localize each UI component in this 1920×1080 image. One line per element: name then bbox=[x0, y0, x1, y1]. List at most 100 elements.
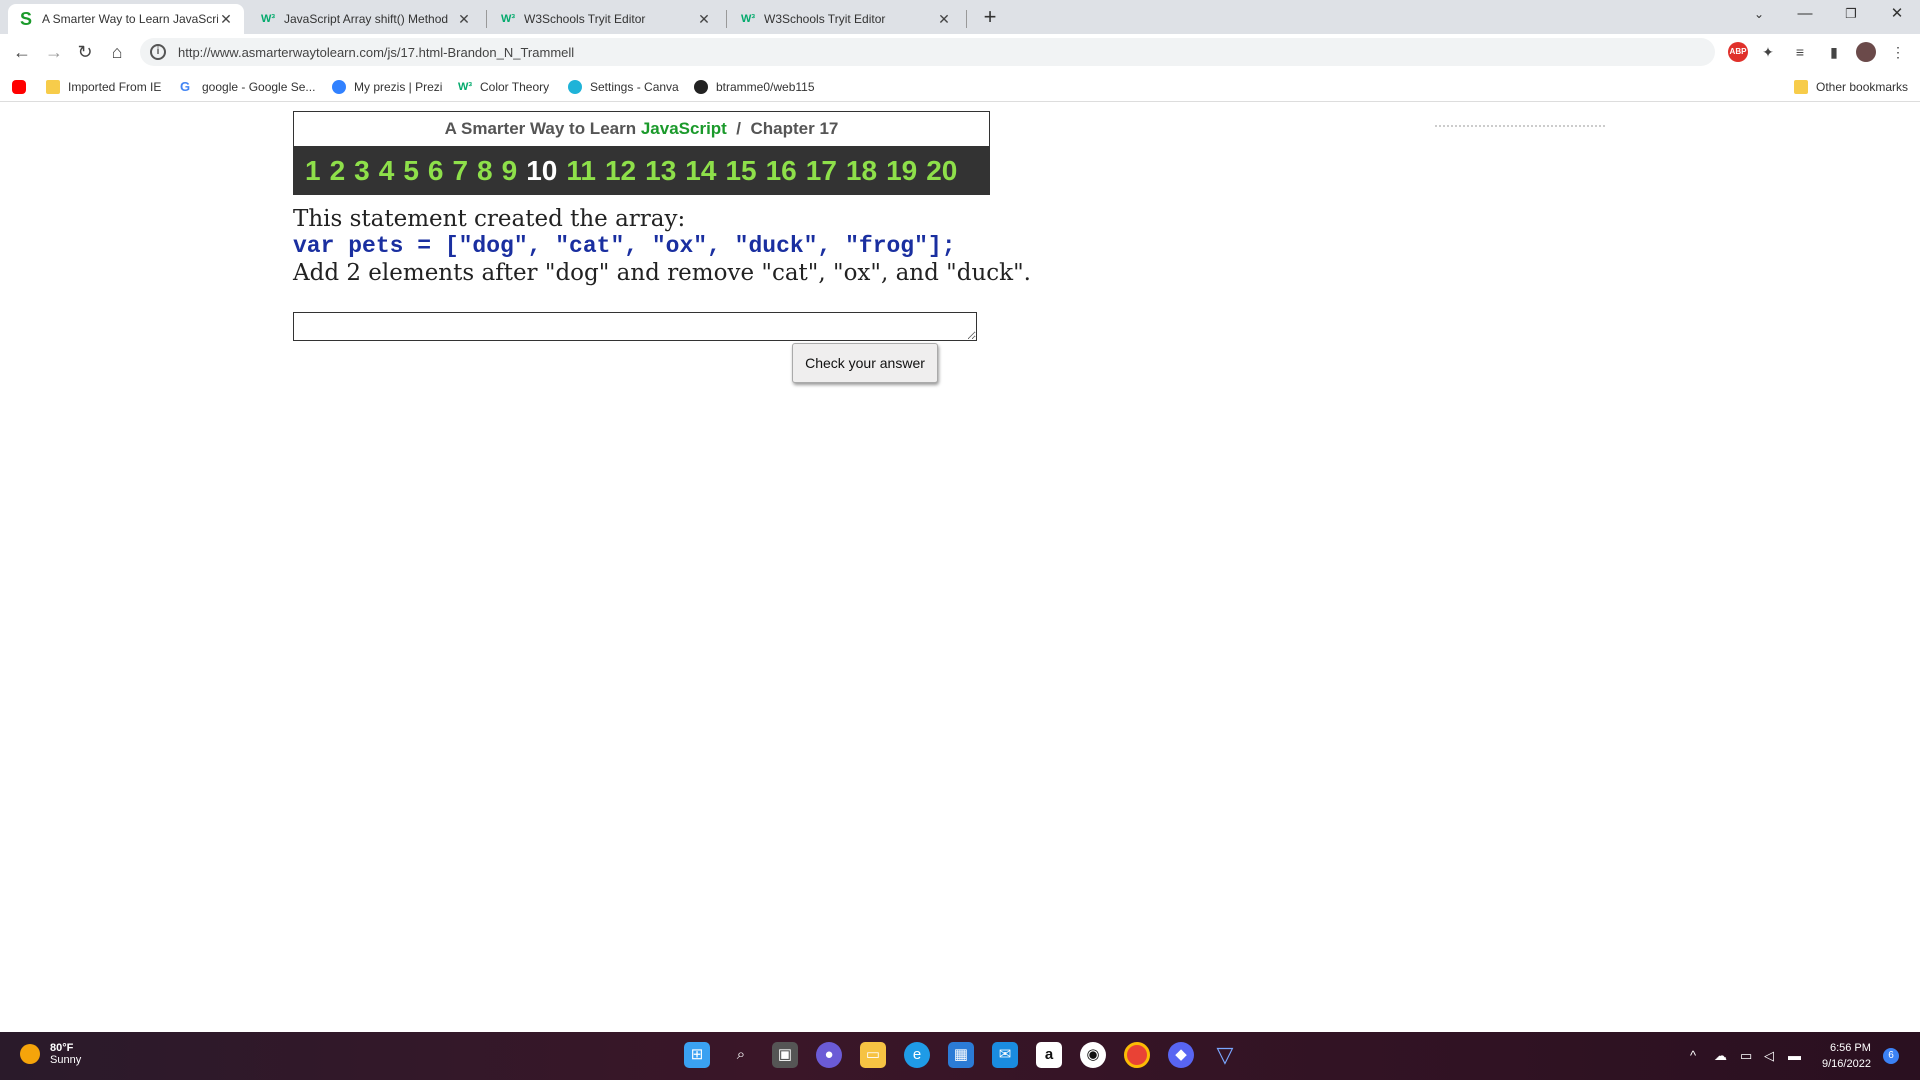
tab-tryit-1[interactable]: W³ W3Schools Tryit Editor ✕ bbox=[490, 4, 722, 34]
chapter-link[interactable]: 11 bbox=[566, 155, 596, 187]
chapter-link[interactable]: 9 bbox=[502, 155, 518, 187]
forward-arrow-icon[interactable]: → bbox=[42, 40, 66, 64]
new-tab-button[interactable]: + bbox=[976, 4, 1004, 32]
search-icon[interactable]: ⌕ bbox=[728, 1042, 754, 1068]
back-arrow-icon[interactable]: ← bbox=[10, 40, 34, 64]
bookmark-youtube[interactable] bbox=[12, 78, 34, 96]
chapter-link[interactable]: 19 bbox=[886, 155, 917, 187]
bookmark-label: btramme0/web115 bbox=[716, 80, 815, 94]
chapter-link[interactable]: 8 bbox=[477, 155, 493, 187]
chapter-link[interactable]: 2 bbox=[330, 155, 346, 187]
minimize-button[interactable]: — bbox=[1782, 0, 1828, 30]
github-icon bbox=[694, 80, 708, 94]
battery-icon[interactable]: ▬ bbox=[1788, 1048, 1801, 1063]
site-info-icon[interactable]: i bbox=[150, 44, 166, 60]
close-icon[interactable]: ✕ bbox=[218, 11, 234, 28]
address-bar[interactable]: i http://www.asmarterwaytolearn.com/js/1… bbox=[140, 38, 1715, 66]
page-content: A Smarter Way to Learn JavaScript / Chap… bbox=[0, 103, 1920, 1033]
tab-tryit-2[interactable]: W³ W3Schools Tryit Editor ✕ bbox=[730, 4, 962, 34]
chapter-link[interactable]: 16 bbox=[766, 155, 797, 187]
home-icon[interactable]: ⌂ bbox=[105, 40, 129, 64]
volume-icon[interactable]: ◁ bbox=[1764, 1048, 1774, 1064]
bookmark-prezi[interactable]: My prezis | Prezi bbox=[332, 78, 442, 96]
bookmark-imported-from-ie[interactable]: Imported From IE bbox=[46, 78, 161, 96]
tab-title: A Smarter Way to Learn JavaScrip bbox=[42, 12, 218, 26]
tab-title: JavaScript Array shift() Method bbox=[284, 12, 449, 26]
other-bookmarks[interactable]: Other bookmarks bbox=[1794, 78, 1908, 96]
answer-input[interactable] bbox=[293, 312, 977, 341]
adblock-icon[interactable]: ABP bbox=[1728, 42, 1748, 62]
bookmark-label: Settings - Canva bbox=[590, 80, 679, 94]
folder-icon bbox=[46, 80, 60, 94]
clock-date: 9/16/2022 bbox=[1822, 1058, 1871, 1070]
address-url[interactable]: http://www.asmarterwaytolearn.com/js/17.… bbox=[178, 45, 574, 60]
profile-avatar[interactable] bbox=[1856, 42, 1876, 62]
prezi-icon bbox=[332, 80, 346, 94]
notification-badge[interactable]: 6 bbox=[1883, 1048, 1899, 1064]
mail-icon[interactable]: ✉ bbox=[992, 1042, 1018, 1068]
bookmark-google[interactable]: G google - Google Se... bbox=[180, 78, 315, 96]
clock-time: 6:56 PM bbox=[1829, 1042, 1871, 1054]
vpn-icon[interactable]: ▽ bbox=[1212, 1042, 1238, 1068]
store-icon[interactable]: ▦ bbox=[948, 1042, 974, 1068]
close-icon[interactable]: ✕ bbox=[696, 11, 712, 28]
close-window-button[interactable]: ✕ bbox=[1874, 0, 1920, 30]
folder-icon bbox=[1794, 80, 1808, 94]
windows-start-icon[interactable]: ⊞ bbox=[684, 1042, 710, 1068]
close-icon[interactable]: ✕ bbox=[456, 11, 472, 28]
onedrive-icon[interactable]: ☁ bbox=[1714, 1048, 1727, 1064]
chapter-link[interactable]: 18 bbox=[846, 155, 877, 187]
task-view-icon[interactable]: ▣ bbox=[772, 1042, 798, 1068]
chapter-link[interactable]: 20 bbox=[926, 155, 957, 187]
reload-icon[interactable]: ↻ bbox=[73, 40, 97, 64]
chapter-link[interactable]: 1 bbox=[305, 155, 321, 187]
bookmark-label: Other bookmarks bbox=[1816, 80, 1909, 94]
edge-icon[interactable]: e bbox=[904, 1042, 930, 1068]
side-panel-icon[interactable]: ▮ bbox=[1824, 42, 1844, 62]
network-icon[interactable]: ▭ bbox=[1740, 1048, 1752, 1064]
tab-search-icon[interactable]: ⌄ bbox=[1736, 0, 1782, 30]
tab-array-shift[interactable]: W³ JavaScript Array shift() Method ✕ bbox=[250, 4, 482, 34]
amazon-icon[interactable]: a bbox=[1036, 1042, 1062, 1068]
chrome-icon[interactable] bbox=[1124, 1042, 1150, 1068]
chapter-link[interactable]: 17 bbox=[806, 155, 837, 187]
file-explorer-icon[interactable]: ▭ bbox=[860, 1042, 886, 1068]
restore-button[interactable]: ❐ bbox=[1828, 0, 1874, 30]
close-icon[interactable]: ✕ bbox=[936, 11, 952, 28]
tab-divider bbox=[966, 10, 967, 28]
page-header: A Smarter Way to Learn JavaScript / Chap… bbox=[293, 111, 990, 147]
system-clock[interactable]: 6:56 PM 9/16/2022 bbox=[1822, 1040, 1871, 1072]
chapter-link[interactable]: 3 bbox=[354, 155, 370, 187]
code-line: var pets = ["dog", "cat", "ox", "duck", … bbox=[293, 233, 956, 259]
menu-kebab-icon[interactable]: ⋮ bbox=[1888, 42, 1908, 62]
chapter-link[interactable]: 10 bbox=[526, 155, 557, 187]
teams-chat-icon[interactable]: ● bbox=[816, 1042, 842, 1068]
w3schools-icon: W³ bbox=[260, 13, 276, 25]
weather-widget[interactable]: 80°F Sunny bbox=[20, 1042, 81, 1066]
extensions-puzzle-icon[interactable]: ✦ bbox=[1758, 42, 1778, 62]
tab-title: W3Schools Tryit Editor bbox=[524, 12, 646, 26]
chapter-link[interactable]: 7 bbox=[452, 155, 468, 187]
tab-title: W3Schools Tryit Editor bbox=[764, 12, 886, 26]
chapter-link[interactable]: 14 bbox=[685, 155, 716, 187]
google-icon: G bbox=[180, 79, 191, 94]
tab-divider bbox=[726, 10, 727, 28]
chapter-link[interactable]: 15 bbox=[725, 155, 756, 187]
w3schools-icon: W³ bbox=[740, 13, 756, 25]
discord-icon[interactable]: ◆ bbox=[1168, 1042, 1194, 1068]
reading-list-icon[interactable]: ≡ bbox=[1790, 42, 1810, 62]
app-icon[interactable]: ◉ bbox=[1080, 1042, 1106, 1068]
chevron-up-icon[interactable]: ^ bbox=[1690, 1048, 1696, 1063]
youtube-icon bbox=[12, 80, 26, 94]
chapter-link[interactable]: 5 bbox=[403, 155, 419, 187]
bookmark-color-theory[interactable]: W³ Color Theory bbox=[458, 78, 549, 96]
chapter-link[interactable]: 13 bbox=[645, 155, 676, 187]
bookmark-canva[interactable]: Settings - Canva bbox=[568, 78, 679, 96]
check-answer-button[interactable]: Check your answer bbox=[792, 343, 938, 383]
bookmark-github[interactable]: btramme0/web115 bbox=[694, 78, 815, 96]
chapter-link[interactable]: 4 bbox=[379, 155, 395, 187]
chapter-link[interactable]: 12 bbox=[605, 155, 636, 187]
header-javascript: JavaScript bbox=[640, 119, 727, 138]
tab-asmarterway[interactable]: S A Smarter Way to Learn JavaScrip ✕ bbox=[8, 4, 244, 34]
chapter-link[interactable]: 6 bbox=[428, 155, 444, 187]
